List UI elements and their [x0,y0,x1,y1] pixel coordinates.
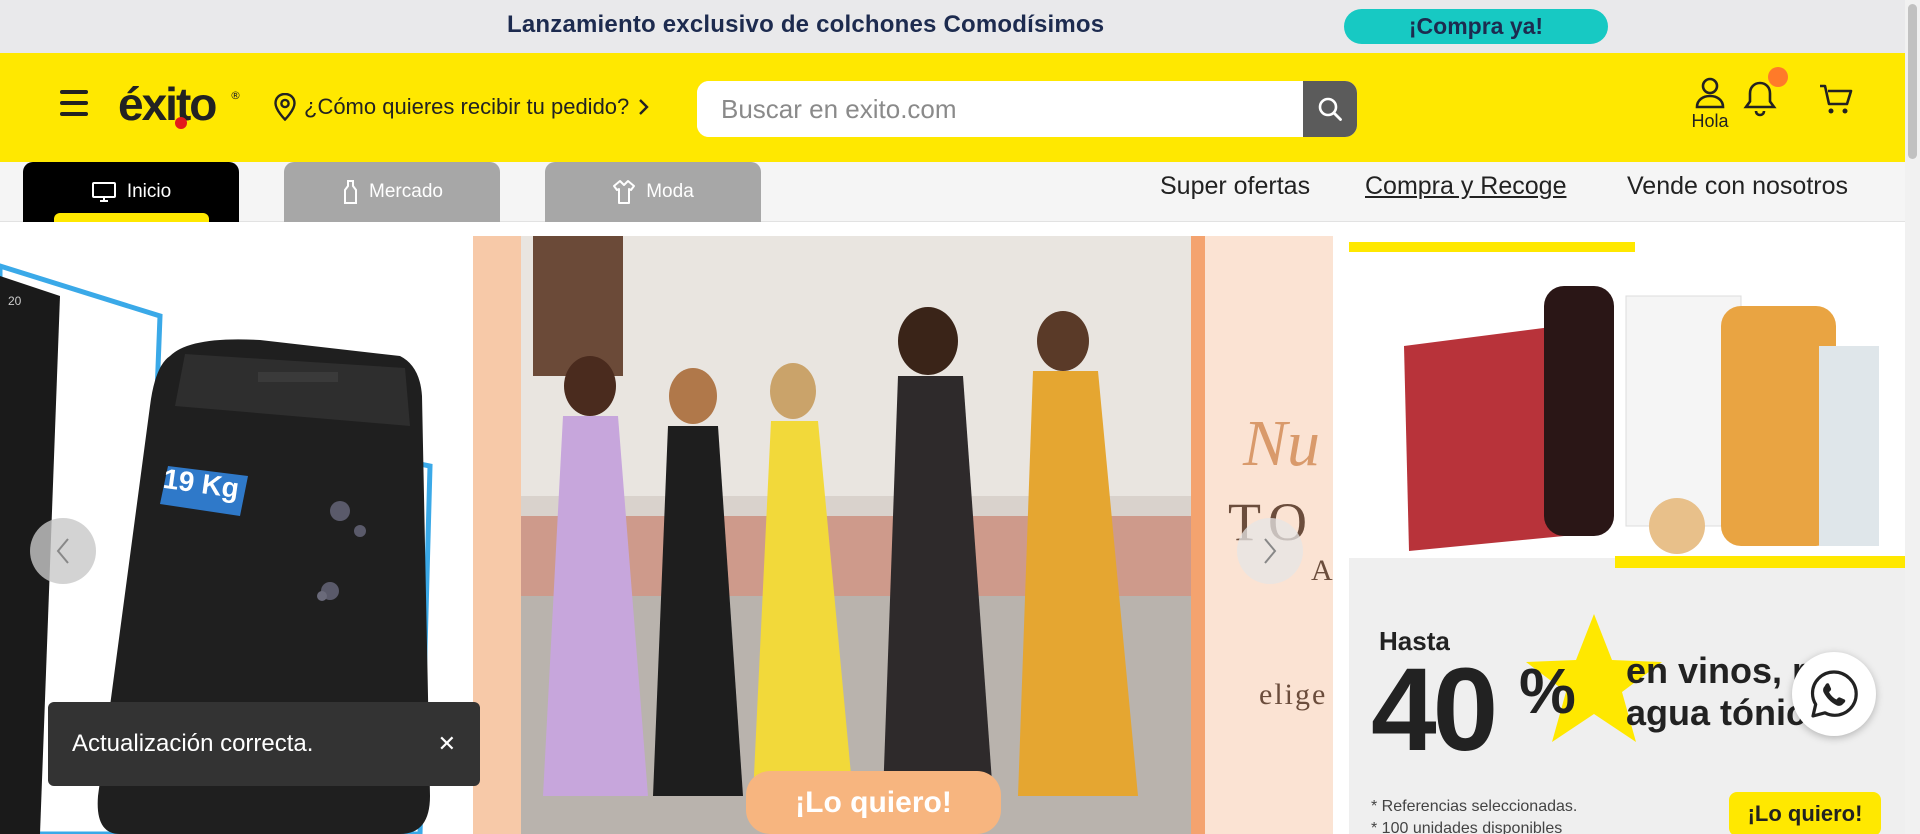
liquor-percent: % [1519,655,1576,727]
page-scrollbar[interactable] [1905,0,1920,834]
announcement-bar: Lanzamiento exclusivo de colchones Comod… [0,0,1905,53]
liquor-note1: * Referencias seleccionadas. [1371,798,1578,815]
search-box [697,81,1357,137]
chevron-right-icon [639,99,649,115]
liquor-line2: agua tónic [1626,692,1807,733]
carousel-next-button[interactable] [1237,518,1303,584]
announcement-text[interactable]: Lanzamiento exclusivo de colchones Comod… [507,11,1104,39]
washer-top-label: 20 [8,294,22,308]
banner-fashion[interactable]: ¡Lo quiero! Nu TO A elige [473,236,1333,834]
category-nav: Inicio Mercado Moda Super ofertas Compra… [0,162,1905,222]
carousel-prev-button[interactable] [30,518,96,584]
notification-dot [1768,67,1788,87]
user-icon [1695,77,1725,109]
tab-label: Inicio [126,181,172,202]
tab-inicio[interactable]: Inicio [23,162,239,222]
nav-link-vende-con-nosotros[interactable]: Vende con nosotros [1627,172,1848,201]
tab-moda[interactable]: Moda [545,162,761,222]
banner-liquor[interactable]: Hasta 40 % en vinos, ro agua tónic * Ref… [1349,236,1905,834]
liquor-big-number: 40 [1371,644,1498,776]
nav-link-super-ofertas[interactable]: Super ofertas [1160,172,1310,201]
search-button[interactable] [1303,81,1357,137]
header: éxito ® ¿Cómo quieres recibir tu pedido?… [0,53,1905,162]
whatsapp-icon [1810,670,1858,718]
location-pin-icon [274,93,296,121]
chevron-right-icon [1264,538,1277,564]
nav-link-compra-y-recoge[interactable]: Compra y Recoge [1365,172,1566,201]
menu-icon[interactable] [60,90,88,116]
tab-label: Mercado [369,181,443,202]
search-input[interactable] [697,81,1303,137]
logo-dot [175,117,187,129]
whatsapp-button[interactable] [1792,652,1876,736]
chevron-left-icon [56,538,69,564]
active-tab-indicator [54,213,209,222]
liquor-note2: * 100 unidades disponibles [1371,820,1563,834]
close-icon[interactable]: ✕ [438,732,456,757]
logo-registered-mark: ® [230,89,241,102]
shirt-icon [613,180,636,204]
delivery-prompt: ¿Cómo quieres recibir tu pedido? [304,94,630,119]
monitor-icon [91,182,116,202]
bottle-icon [344,180,358,204]
user-account[interactable]: Hola [1686,77,1734,132]
fashion-side-letter: A [1311,554,1333,587]
fashion-side-script: Nu [1243,407,1321,480]
tab-mercado[interactable]: Mercado [284,162,500,222]
scrollbar-thumb[interactable] [1908,4,1917,159]
liquor-cta-button[interactable]: ¡Lo quiero! [1729,792,1881,834]
toast-notification: Actualización correcta. ✕ [48,702,480,786]
fashion-photo [473,236,1333,834]
search-icon [1318,97,1342,121]
user-label: Hola [1691,111,1729,131]
cart-icon[interactable] [1818,81,1854,117]
fashion-cta-button[interactable]: ¡Lo quiero! [746,771,1001,834]
logo-text: éxito [118,78,217,130]
toast-message: Actualización correcta. [72,730,314,757]
delivery-selector[interactable]: ¿Cómo quieres recibir tu pedido? [274,93,651,121]
announcement-cta-button[interactable]: ¡Compra ya! [1344,9,1608,44]
tab-label: Moda [646,181,694,202]
fashion-side-sub: elige [1259,678,1328,711]
